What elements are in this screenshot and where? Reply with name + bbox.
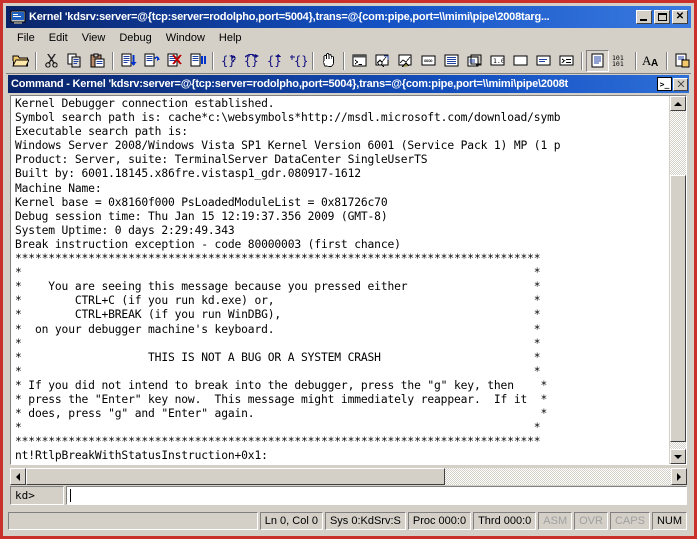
command-window-icon[interactable] — [348, 50, 371, 72]
memory-window-icon[interactable] — [440, 50, 463, 72]
disassembly-window-icon[interactable]: 1.0 — [486, 50, 509, 72]
status-num: NUM — [651, 512, 687, 530]
source-window-icon[interactable] — [532, 50, 555, 72]
hand-drag-icon[interactable] — [317, 50, 340, 72]
font-icon[interactable]: A A — [640, 50, 663, 72]
command-window-title: Command - Kernel 'kdsrv:server=@{tcp:ser… — [11, 78, 569, 90]
go-icon[interactable] — [117, 50, 140, 72]
processes-threads-icon[interactable] — [555, 50, 578, 72]
window-frame-inner: Kernel 'kdsrv:server=@{tcp:server=rodolp… — [6, 6, 691, 533]
blank-window-icon[interactable] — [509, 50, 532, 72]
menu-bar: File Edit View Debug Window Help — [6, 28, 691, 48]
menu-window[interactable]: Window — [159, 30, 212, 46]
status-line-col: Ln 0, Col 0 — [259, 512, 323, 530]
svg-text:A: A — [651, 58, 658, 68]
status-bar: Ln 0, Col 0 Sys 0:KdSrv:S Proc 000:0 Thr… — [6, 509, 691, 533]
binary-101-icon[interactable]: 101 101 — [609, 50, 632, 72]
toolbar-separator — [635, 51, 637, 70]
svg-text:1.0: 1.0 — [493, 57, 505, 65]
minimize-button[interactable] — [636, 10, 652, 24]
close-button[interactable]: ✕ — [672, 10, 688, 24]
toolbar-separator — [343, 51, 345, 70]
horizontal-scroll-thumb[interactable] — [26, 468, 446, 485]
title-bar[interactable]: Kernel 'kdsrv:server=@{tcp:server=rodolp… — [6, 6, 691, 28]
source-mode-icon[interactable] — [586, 49, 609, 72]
prompt-label: kd> — [10, 486, 64, 505]
scroll-right-button[interactable] — [671, 468, 687, 485]
window-title: Kernel 'kdsrv:server=@{tcp:server=rodolp… — [29, 11, 550, 23]
svg-text:{}: {} — [294, 54, 307, 68]
stop-debugging-icon[interactable] — [163, 50, 186, 72]
scroll-up-button[interactable] — [670, 96, 686, 111]
call-stack-window-icon[interactable] — [463, 50, 486, 72]
status-asm: ASM — [538, 512, 573, 530]
toolbar: {} {} {} {∞∞ 1.0 101 101 A A — [6, 48, 691, 74]
cut-icon[interactable] — [40, 50, 63, 72]
command-window-titlebar[interactable]: Command - Kernel 'kdsrv:server=@{tcp:ser… — [8, 75, 689, 93]
window-buttons: ✕ — [636, 10, 688, 24]
open-file-icon[interactable] — [9, 50, 32, 72]
vertical-scroll-thumb[interactable] — [670, 175, 686, 443]
command-window-close-button[interactable] — [673, 77, 688, 91]
paste-icon[interactable] — [86, 50, 109, 72]
copy-icon[interactable] — [63, 50, 86, 72]
restart-icon[interactable] — [140, 50, 163, 72]
window-frame: Kernel 'kdsrv:server=@{tcp:server=rodolp… — [0, 0, 697, 539]
status-message — [8, 512, 258, 530]
menu-debug[interactable]: Debug — [112, 30, 158, 46]
console-output-text[interactable]: Kernel Debugger connection established. … — [11, 96, 669, 464]
toolbar-separator — [312, 51, 314, 70]
windbg-application-window: Kernel 'kdsrv:server=@{tcp:server=rodolp… — [0, 0, 697, 539]
open-workspace-icon[interactable] — [671, 50, 694, 72]
menu-file[interactable]: File — [10, 30, 42, 46]
toolbar-separator — [35, 51, 37, 70]
windbg-icon — [10, 9, 26, 25]
text-caret — [70, 489, 71, 502]
toolbar-separator — [581, 51, 583, 70]
registers-window-icon[interactable]: ∞∞ — [417, 50, 440, 72]
menu-help[interactable]: Help — [212, 30, 249, 46]
menu-edit[interactable]: Edit — [42, 30, 75, 46]
status-thread: Thrd 000:0 — [473, 512, 537, 530]
run-to-cursor-icon[interactable]: {} — [286, 50, 309, 72]
status-ovr: OVR — [574, 512, 608, 530]
step-out-icon[interactable]: {} — [263, 50, 286, 72]
scroll-left-button[interactable] — [10, 468, 26, 485]
svg-text:∞∞: ∞∞ — [424, 57, 432, 65]
status-caps: CAPS — [609, 512, 650, 530]
toolbar-separator — [212, 51, 214, 70]
mdi-client-area: Command - Kernel 'kdsrv:server=@{tcp:ser… — [6, 75, 691, 509]
command-window: Command - Kernel 'kdsrv:server=@{tcp:ser… — [6, 75, 691, 509]
svg-text:101: 101 — [612, 60, 624, 68]
watch-window-icon[interactable] — [371, 50, 394, 72]
scroll-down-button[interactable] — [670, 449, 686, 464]
status-system: Sys 0:KdSrv:S — [324, 512, 406, 530]
console-output-area: Kernel Debugger connection established. … — [10, 95, 687, 465]
toolbar-separator — [112, 51, 114, 70]
status-process: Proc 000:0 — [407, 512, 472, 530]
console-vertical-scrollbar[interactable] — [669, 96, 686, 464]
step-into-icon[interactable]: {} — [217, 50, 240, 72]
vertical-scroll-track[interactable] — [670, 111, 686, 449]
break-icon[interactable] — [186, 50, 209, 72]
locals-window-icon[interactable] — [394, 50, 417, 72]
console-prompt-icon[interactable]: >_ — [657, 77, 672, 91]
toolbar-separator — [666, 51, 668, 70]
command-prompt-row: kd> — [10, 486, 687, 505]
maximize-button[interactable] — [654, 10, 670, 24]
console-horizontal-scrollbar[interactable] — [10, 468, 687, 485]
horizontal-scroll-track[interactable] — [26, 468, 671, 485]
menu-view[interactable]: View — [75, 30, 113, 46]
step-over-icon[interactable]: {} — [240, 50, 263, 72]
command-input[interactable] — [66, 486, 687, 505]
